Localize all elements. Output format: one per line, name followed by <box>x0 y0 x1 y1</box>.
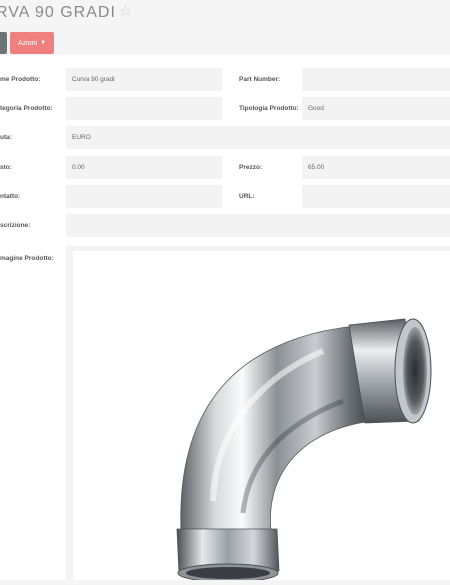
descrizione-field[interactable] <box>66 214 450 237</box>
product-image-container <box>73 251 450 583</box>
categoria-prodotto-label: tegoria Prodotto: <box>0 105 53 112</box>
tipologia-prodotto-field[interactable]: Good <box>302 97 450 120</box>
immagine-prodotto-label: magine Prodotto: <box>0 255 54 262</box>
url-label: URL: <box>239 193 255 200</box>
page-title: RVA 90 GRADI ☆ <box>0 2 133 22</box>
product-image[interactable] <box>73 251 450 583</box>
categoria-prodotto-field[interactable] <box>66 97 222 120</box>
costo-field[interactable]: 0.00 <box>66 156 222 179</box>
star-outline-icon[interactable]: ☆ <box>119 2 133 20</box>
back-button[interactable] <box>0 32 7 54</box>
contatto-field[interactable] <box>66 185 222 208</box>
actions-button[interactable]: Azioni ▼ <box>10 32 54 54</box>
descrizione-label: scrizione: <box>0 222 31 229</box>
prezzo-field[interactable]: 65.00 <box>302 156 450 179</box>
part-number-field[interactable] <box>302 68 450 91</box>
nome-prodotto-label: me Prodotto: <box>0 76 41 83</box>
url-field[interactable] <box>302 185 450 208</box>
page-header: RVA 90 GRADI ☆ Azioni ▼ <box>0 0 450 55</box>
part-number-label: Part Number: <box>239 76 281 83</box>
valuta-label: uta: <box>0 134 12 141</box>
caret-down-icon: ▼ <box>40 40 47 46</box>
nome-prodotto-field[interactable]: Curva 90 gradi <box>66 68 222 91</box>
costo-label: sto: <box>0 164 12 171</box>
page-title-text: RVA 90 GRADI <box>0 4 116 21</box>
valuta-field[interactable]: EURO <box>66 126 450 149</box>
contatto-label: ntatto: <box>0 193 21 200</box>
tipologia-prodotto-label: Tipologia Prodotto: <box>239 105 299 112</box>
actions-button-label: Azioni <box>17 39 38 47</box>
prezzo-label: Prezzo: <box>239 164 263 171</box>
